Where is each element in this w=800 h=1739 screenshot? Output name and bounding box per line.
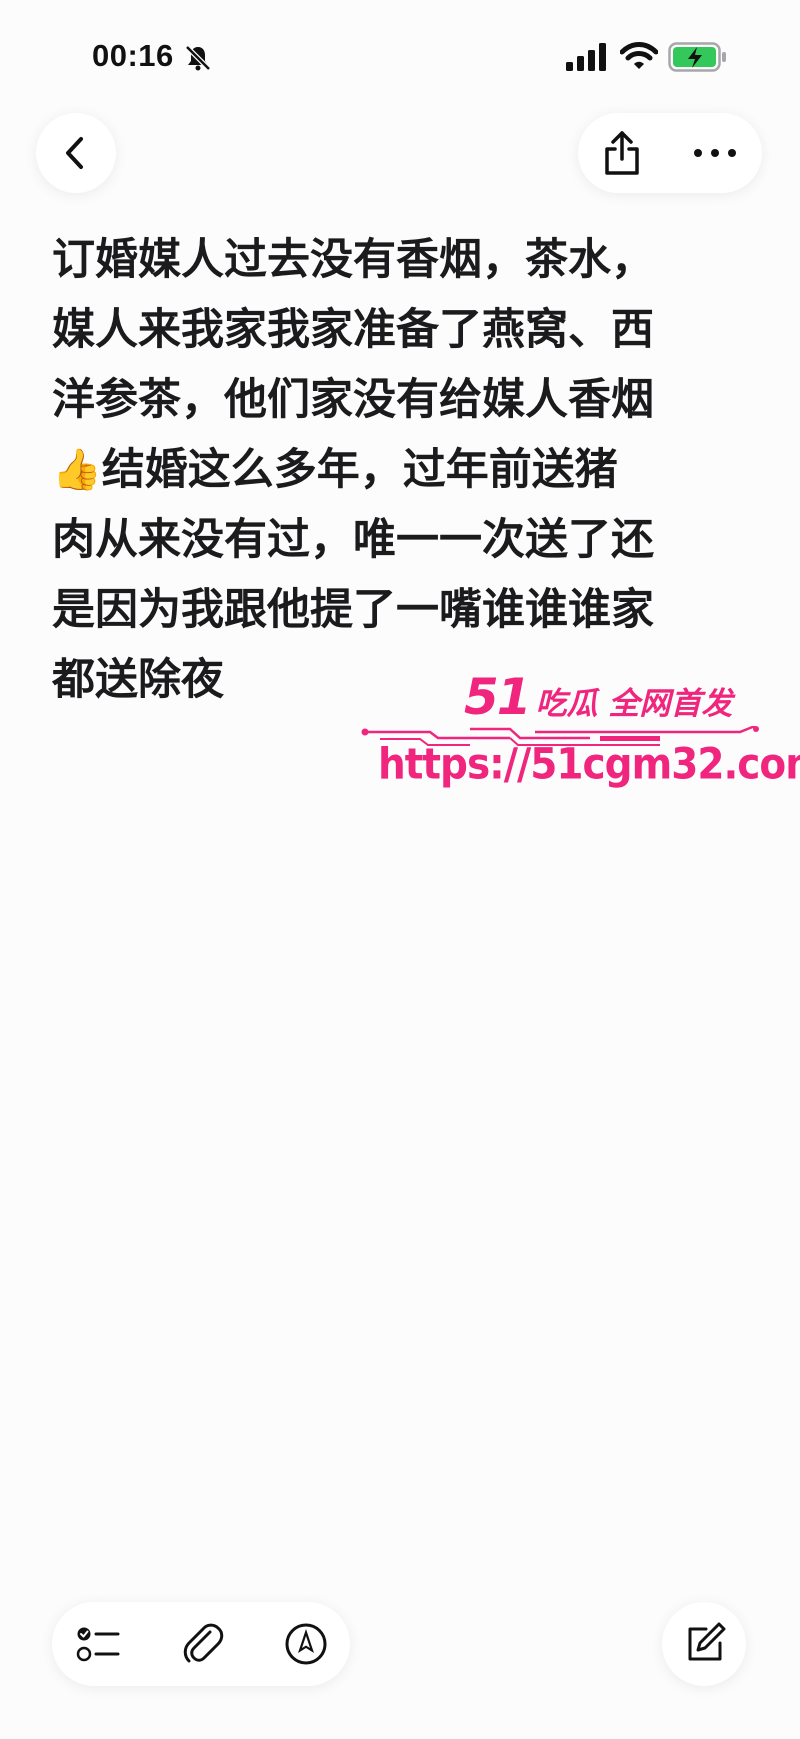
back-chevron-icon	[66, 137, 83, 169]
note-line: 订婚媒人过去没有香烟，茶水，	[52, 235, 654, 285]
watermark-url: https://51cgm32.com	[378, 740, 800, 790]
checklist-icon[interactable]	[74, 1620, 122, 1668]
note-line: 👍结婚这么多年，过年前送猪	[52, 435, 752, 505]
note-line: 肉从来没有过，唯一一次送了还	[52, 515, 654, 565]
thumbs-up-emoji: 👍	[52, 447, 102, 493]
compose-button[interactable]	[662, 1602, 746, 1686]
wifi-icon	[620, 42, 658, 69]
note-line: 洋参茶，他们家没有给媒人香烟	[52, 375, 654, 425]
battery-charging-icon	[668, 42, 726, 72]
share-icon[interactable]	[602, 129, 642, 177]
note-line-text: 结婚这么多年，过年前送猪	[101, 445, 618, 495]
watermark-tagline: 吃瓜 全网首发	[535, 686, 733, 722]
status-time: 00:16	[92, 38, 174, 73]
bottom-tools-group	[52, 1602, 350, 1686]
compose-icon	[688, 1622, 726, 1661]
signal-icon	[566, 43, 606, 71]
paperclip-icon[interactable]	[179, 1620, 227, 1668]
status-bar: 00:16	[0, 0, 800, 110]
watermark: 51 吃瓜 全网首发 https://51cgm32.com	[360, 668, 800, 790]
bell-slash-icon	[185, 45, 211, 71]
watermark-number: 51	[464, 668, 532, 726]
back-button[interactable]	[36, 113, 116, 193]
note-actions-group	[578, 113, 762, 193]
note-line: 是因为我跟他提了一嘴谁谁谁家	[52, 585, 654, 635]
markup-pen-icon[interactable]	[282, 1620, 330, 1668]
note-body[interactable]: 订婚媒人过去没有香烟，茶水， 媒人来我家我家准备了燕窝、西 洋参茶，他们家没有给…	[52, 225, 752, 715]
note-line: 媒人来我家我家准备了燕窝、西	[52, 305, 654, 355]
watermark-brand: 51 吃瓜 全网首发	[464, 668, 732, 726]
more-icon[interactable]	[690, 135, 740, 171]
